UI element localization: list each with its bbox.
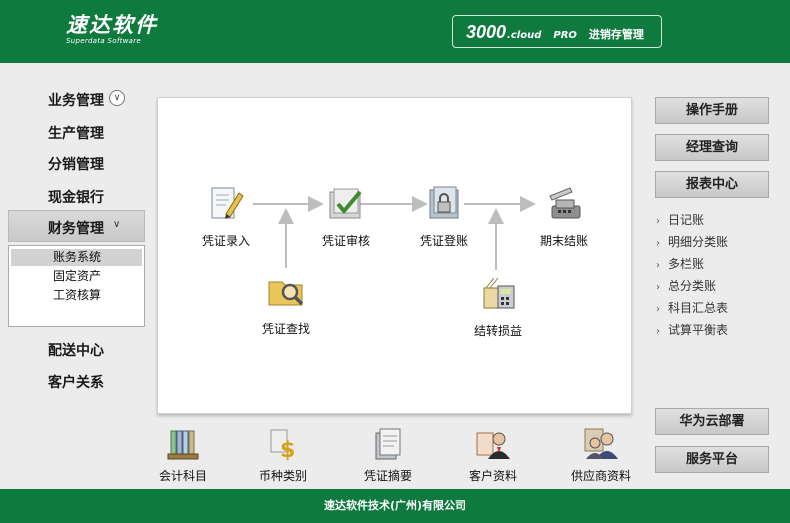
flow-profit-loss-transfer[interactable]: 结转损益 xyxy=(470,274,526,339)
voucher-audit-icon xyxy=(329,188,362,219)
chevron-right-icon: › xyxy=(656,260,660,271)
nav-item-crm[interactable]: 客户关系 xyxy=(48,372,104,392)
tool-supplier[interactable]: 供应商资料 xyxy=(569,427,633,484)
chevron-down-icon[interactable]: ∨ xyxy=(109,90,125,106)
report-link-multi-column[interactable]: › 多栏账 xyxy=(656,255,704,272)
flow-voucher-audit[interactable]: 凭证审核 xyxy=(318,184,374,249)
chevron-right-icon: › xyxy=(656,326,660,337)
nav-item-distribution[interactable]: 分销管理 xyxy=(48,154,104,174)
huawei-cloud-button[interactable]: 华为云部署 xyxy=(655,408,769,435)
report-link-label: 科目汇总表 xyxy=(668,301,729,315)
nav-item-business[interactable]: 业务管理 xyxy=(48,90,104,110)
product-module: 进销存管理 xyxy=(588,28,644,41)
flow-voucher-posting-label: 凭证登账 xyxy=(419,234,468,248)
flow-voucher-posting[interactable]: 凭证登账 xyxy=(416,184,472,249)
svg-text:$: $ xyxy=(280,438,295,461)
nav-item-production[interactable]: 生产管理 xyxy=(48,123,104,143)
chevron-right-icon: › xyxy=(656,238,660,249)
chevron-right-icon: › xyxy=(656,282,660,293)
product-edition: PRO xyxy=(553,30,577,41)
currency-icon: $ xyxy=(270,429,295,463)
flow-period-close[interactable]: 期末结账 xyxy=(536,184,592,249)
chevron-right-icon: › xyxy=(656,304,660,315)
finance-submenu: 账务系统 固定资产 工资核算 xyxy=(8,245,145,327)
nav-item-finance[interactable]: 财务管理 ∨ xyxy=(8,210,145,242)
tool-voucher-summary[interactable]: 凭证摘要 xyxy=(360,427,416,484)
report-link-account-summary[interactable]: › 科目汇总表 xyxy=(656,299,728,316)
report-link-label: 总分类账 xyxy=(668,279,717,293)
report-link-label: 日记账 xyxy=(668,213,705,227)
flow-profit-loss-transfer-label: 结转损益 xyxy=(473,324,522,338)
voucher-summary-icon xyxy=(375,428,401,460)
period-close-icon xyxy=(549,187,581,219)
report-link-journal[interactable]: › 日记账 xyxy=(656,211,704,228)
voucher-posting-icon xyxy=(429,186,459,219)
report-link-general-ledger[interactable]: › 总分类账 xyxy=(656,277,716,294)
submenu-item-accounting[interactable]: 账务系统 xyxy=(11,249,142,266)
workflow-arrows xyxy=(253,196,536,270)
nav-item-finance-label: 财务管理 xyxy=(48,221,104,237)
manager-query-button[interactable]: 经理查询 xyxy=(655,134,769,161)
voucher-search-icon xyxy=(268,281,304,306)
flow-period-close-label: 期末结账 xyxy=(539,234,588,248)
chevron-double-down-icon: ∨ xyxy=(113,219,121,230)
company-logo: 速达软件 Superdata Software xyxy=(66,14,158,45)
report-link-trial-balance[interactable]: › 试算平衡表 xyxy=(656,321,728,338)
tool-currency-label: 币种类别 xyxy=(258,469,307,483)
tool-customer[interactable]: 客户资料 xyxy=(465,427,521,484)
tool-accounts[interactable]: 会计科目 xyxy=(155,427,211,484)
product-badge: 3000 .cloud PRO 进销存管理 xyxy=(452,15,662,48)
flow-voucher-search[interactable]: 凭证查找 xyxy=(258,272,314,337)
flow-voucher-search-label: 凭证查找 xyxy=(261,322,310,336)
service-platform-button[interactable]: 服务平台 xyxy=(655,446,769,473)
tool-accounts-label: 会计科目 xyxy=(158,469,207,483)
submenu-item-payroll[interactable]: 工资核算 xyxy=(11,287,142,304)
flow-voucher-audit-label: 凭证审核 xyxy=(321,234,370,248)
logo-text-cn: 速达软件 xyxy=(66,13,158,37)
customer-icon xyxy=(476,432,510,459)
supplier-icon xyxy=(584,428,618,459)
profit-loss-transfer-icon xyxy=(483,277,515,309)
voucher-entry-icon xyxy=(211,187,244,219)
report-link-label: 明细分类账 xyxy=(668,235,729,249)
nav-item-delivery[interactable]: 配送中心 xyxy=(48,340,104,360)
accounts-icon xyxy=(167,430,199,460)
tool-customer-label: 客户资料 xyxy=(468,469,517,483)
flow-voucher-entry[interactable]: 凭证录入 xyxy=(198,184,254,249)
footer-company: 速达软件技术(广州)有限公司 xyxy=(323,499,467,512)
product-number: 3000 xyxy=(466,22,507,42)
report-link-detail-ledger[interactable]: › 明细分类账 xyxy=(656,233,728,250)
workflow-panel: 凭证录入 凭证审核 凭证登账 期末结账 凭证查找 结转损益 xyxy=(157,97,632,414)
tool-supplier-label: 供应商资料 xyxy=(570,469,631,483)
report-link-label: 试算平衡表 xyxy=(668,323,729,337)
report-center-button[interactable]: 报表中心 xyxy=(655,171,769,198)
flow-voucher-entry-label: 凭证录入 xyxy=(201,234,250,248)
chevron-right-icon: › xyxy=(656,216,660,227)
submenu-item-fixed-assets[interactable]: 固定资产 xyxy=(11,268,142,285)
nav-item-cash-bank[interactable]: 现金银行 xyxy=(48,187,104,207)
report-link-label: 多栏账 xyxy=(668,257,705,271)
footer-bar: 速达软件技术(广州)有限公司 xyxy=(0,489,790,523)
logo-text-en: Superdata Software xyxy=(66,37,142,45)
tool-voucher-summary-label: 凭证摘要 xyxy=(363,469,412,483)
manual-button[interactable]: 操作手册 xyxy=(655,97,769,124)
product-cloud: .cloud xyxy=(507,30,542,41)
app-header: 速达软件 Superdata Software 3000 .cloud PRO … xyxy=(0,0,790,63)
tool-currency[interactable]: $ 币种类别 xyxy=(255,427,311,484)
